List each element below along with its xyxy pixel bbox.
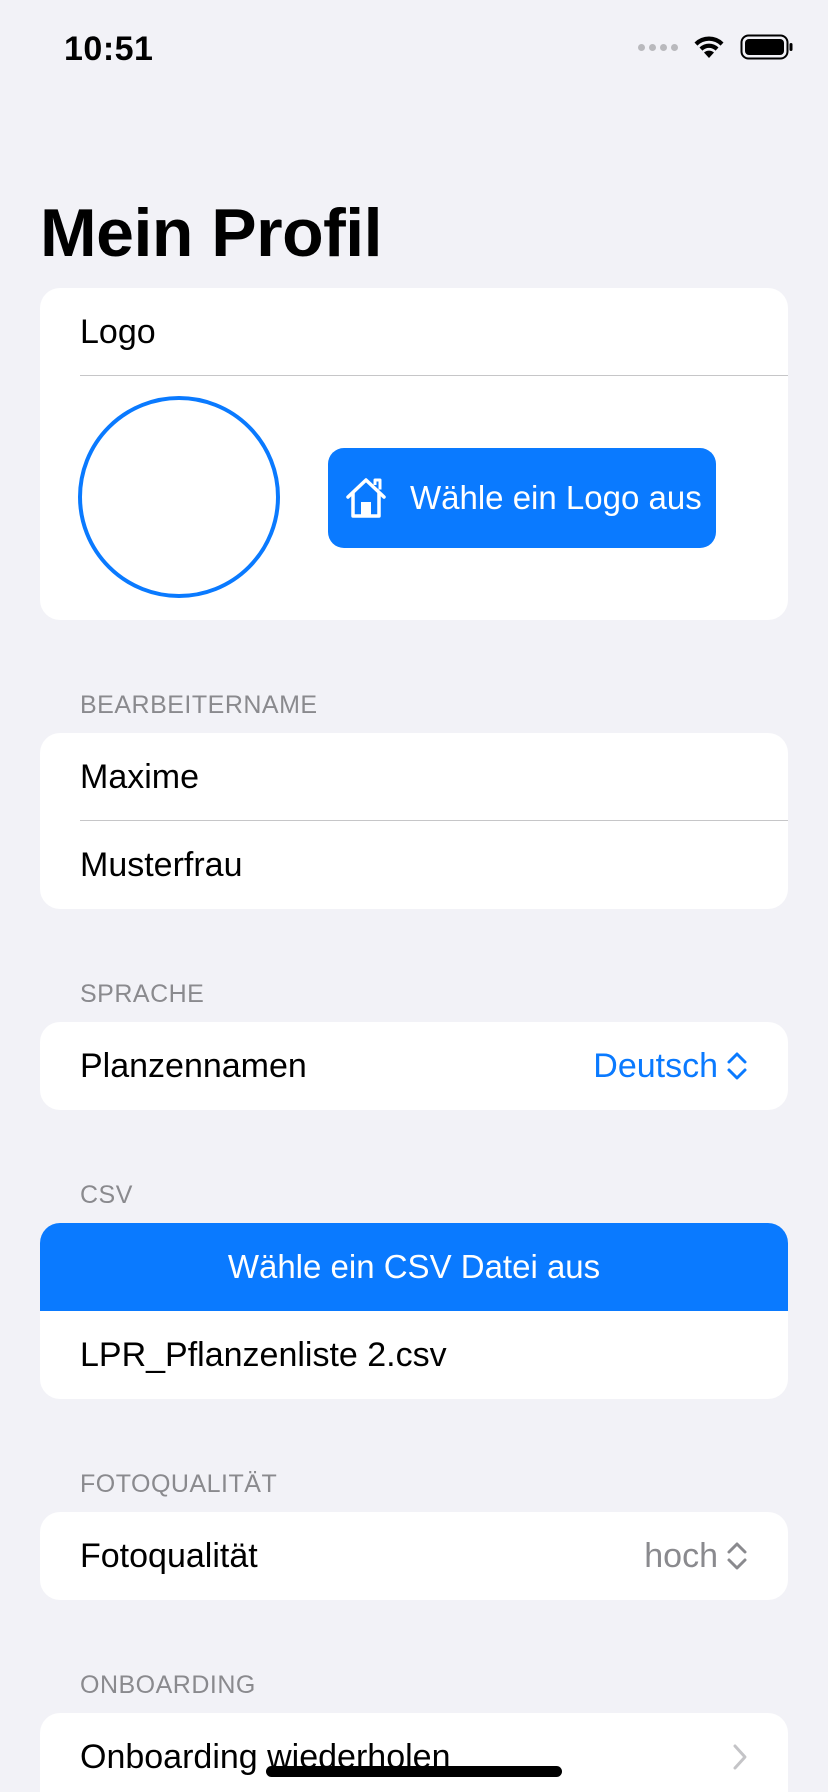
status-bar: 10:51 bbox=[0, 0, 828, 100]
section-header-onboarding: ONBOARDING bbox=[80, 1671, 256, 1699]
home-indicator[interactable] bbox=[266, 1766, 562, 1777]
first-name-field[interactable]: Maxime bbox=[40, 733, 788, 821]
choose-logo-label: Wähle ein Logo aus bbox=[410, 479, 702, 516]
language-picker-row[interactable]: Planzennamen Deutsch bbox=[40, 1022, 788, 1110]
csv-card: Wähle ein CSV Datei aus LPR_Pflanzenlist… bbox=[40, 1223, 788, 1399]
language-label: Planzennamen bbox=[80, 1046, 307, 1085]
language-card: Planzennamen Deutsch bbox=[40, 1022, 788, 1110]
choose-csv-label: Wähle ein CSV Datei aus bbox=[227, 1248, 601, 1285]
house-icon bbox=[346, 478, 386, 518]
wifi-icon bbox=[694, 36, 724, 58]
photo-quality-label: Fotoqualität bbox=[80, 1536, 258, 1575]
csv-file-name: LPR_Pflanzenliste 2.csv bbox=[80, 1335, 447, 1374]
choose-logo-button[interactable]: Wähle ein Logo aus bbox=[328, 448, 716, 548]
editor-name-card: Maxime Musterfrau bbox=[40, 733, 788, 909]
status-time: 10:51 bbox=[64, 30, 154, 68]
onboarding-card: Onboarding wiederholen bbox=[40, 1713, 788, 1792]
chevron-up-down-icon bbox=[727, 1542, 747, 1570]
photo-quality-picker-row[interactable]: Fotoqualität hoch bbox=[40, 1512, 788, 1600]
section-header-csv: CSV bbox=[80, 1181, 133, 1209]
logo-row: Logo bbox=[40, 288, 788, 376]
logo-title: Logo bbox=[80, 312, 156, 351]
logo-card: Logo Wähle ein Logo aus bbox=[40, 288, 788, 620]
photo-quality-value[interactable]: hoch bbox=[644, 1537, 718, 1576]
section-header-editor-name: BEARBEITERNAME bbox=[80, 691, 318, 719]
onboarding-repeat-row[interactable]: Onboarding wiederholen bbox=[40, 1713, 788, 1792]
logo-placeholder[interactable] bbox=[78, 396, 280, 598]
chevron-up-down-icon bbox=[727, 1052, 747, 1080]
status-icons bbox=[638, 34, 794, 60]
photo-quality-card: Fotoqualität hoch bbox=[40, 1512, 788, 1600]
last-name-value: Musterfrau bbox=[80, 845, 243, 884]
last-name-field[interactable]: Musterfrau bbox=[40, 821, 788, 909]
choose-csv-button[interactable]: Wähle ein CSV Datei aus bbox=[40, 1223, 788, 1311]
section-header-photo-quality: FOTOQUALITÄT bbox=[80, 1470, 278, 1498]
section-header-language: SPRACHE bbox=[80, 980, 205, 1008]
csv-file-row: LPR_Pflanzenliste 2.csv bbox=[40, 1311, 788, 1399]
language-value[interactable]: Deutsch bbox=[593, 1047, 718, 1086]
chevron-right-icon bbox=[733, 1744, 747, 1770]
page-title: Mein Profil bbox=[40, 195, 383, 271]
first-name-value: Maxime bbox=[80, 757, 200, 796]
cellular-signal-icon bbox=[638, 43, 678, 51]
battery-icon bbox=[740, 34, 793, 60]
